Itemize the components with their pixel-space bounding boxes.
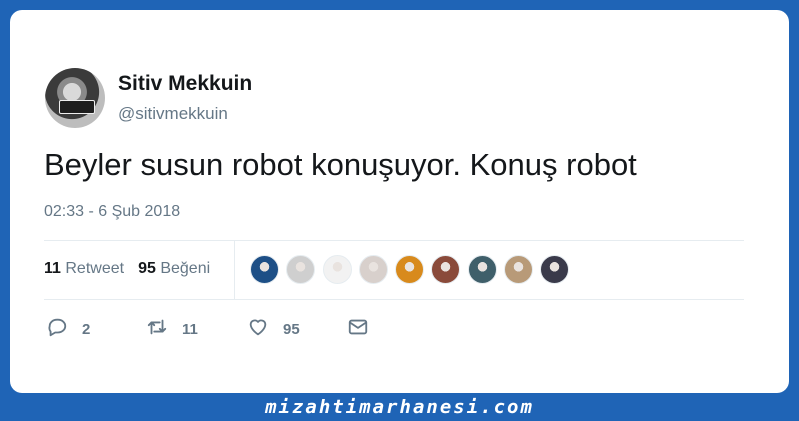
- liker-avatar[interactable]: [286, 255, 316, 284]
- reply-count: 2: [82, 321, 91, 338]
- message-button[interactable]: [347, 316, 369, 343]
- like-stat-label: Beğeni: [160, 260, 211, 277]
- tweet-text: Beyler susun robot konuşuyor. Konuş robo…: [44, 147, 637, 182]
- heart-icon: [247, 316, 269, 343]
- retweet-button[interactable]: 11: [146, 316, 198, 343]
- tweet-timestamp[interactable]: 02:33 - 6 Şub 2018: [44, 203, 180, 221]
- divider-top: [44, 240, 744, 241]
- tweet-stats: 11 Retweet 95 Beğeni: [44, 260, 210, 278]
- liker-avatar[interactable]: [504, 255, 534, 284]
- retweet-stat[interactable]: 11 Retweet: [44, 260, 124, 277]
- reply-icon: [46, 316, 68, 343]
- likers-list: [250, 255, 577, 285]
- liker-avatar[interactable]: [358, 255, 388, 284]
- retweet-stat-count: 11: [44, 260, 61, 277]
- watermark: mizahtimarhanesi.com: [265, 396, 534, 418]
- message-icon: [347, 316, 369, 343]
- retweet-stat-label: Retweet: [65, 260, 125, 277]
- reply-button[interactable]: 2: [46, 316, 90, 343]
- retweet-count: 11: [182, 321, 198, 338]
- liker-avatar[interactable]: [467, 255, 497, 284]
- tweet-card: Sitiv Mekkuin @sitivmekkuin Beyler susun…: [10, 10, 789, 393]
- liker-avatar[interactable]: [250, 255, 279, 284]
- liker-avatar[interactable]: [395, 255, 425, 284]
- divider-bottom: [44, 299, 744, 300]
- stats-separator: [234, 241, 235, 299]
- liker-avatar[interactable]: [322, 255, 352, 284]
- author-name[interactable]: Sitiv Mekkuin: [118, 72, 252, 96]
- author-avatar[interactable]: [45, 68, 105, 128]
- retweet-icon: [146, 316, 168, 343]
- like-button[interactable]: 95: [247, 316, 300, 343]
- like-stat[interactable]: 95 Beğeni: [138, 260, 210, 277]
- author-handle[interactable]: @sitivmekkuin: [118, 104, 228, 124]
- liker-avatar[interactable]: [540, 255, 570, 284]
- like-stat-count: 95: [138, 260, 156, 277]
- like-count: 95: [283, 321, 300, 338]
- avatar-sign: [59, 100, 95, 114]
- liker-avatar[interactable]: [431, 255, 461, 284]
